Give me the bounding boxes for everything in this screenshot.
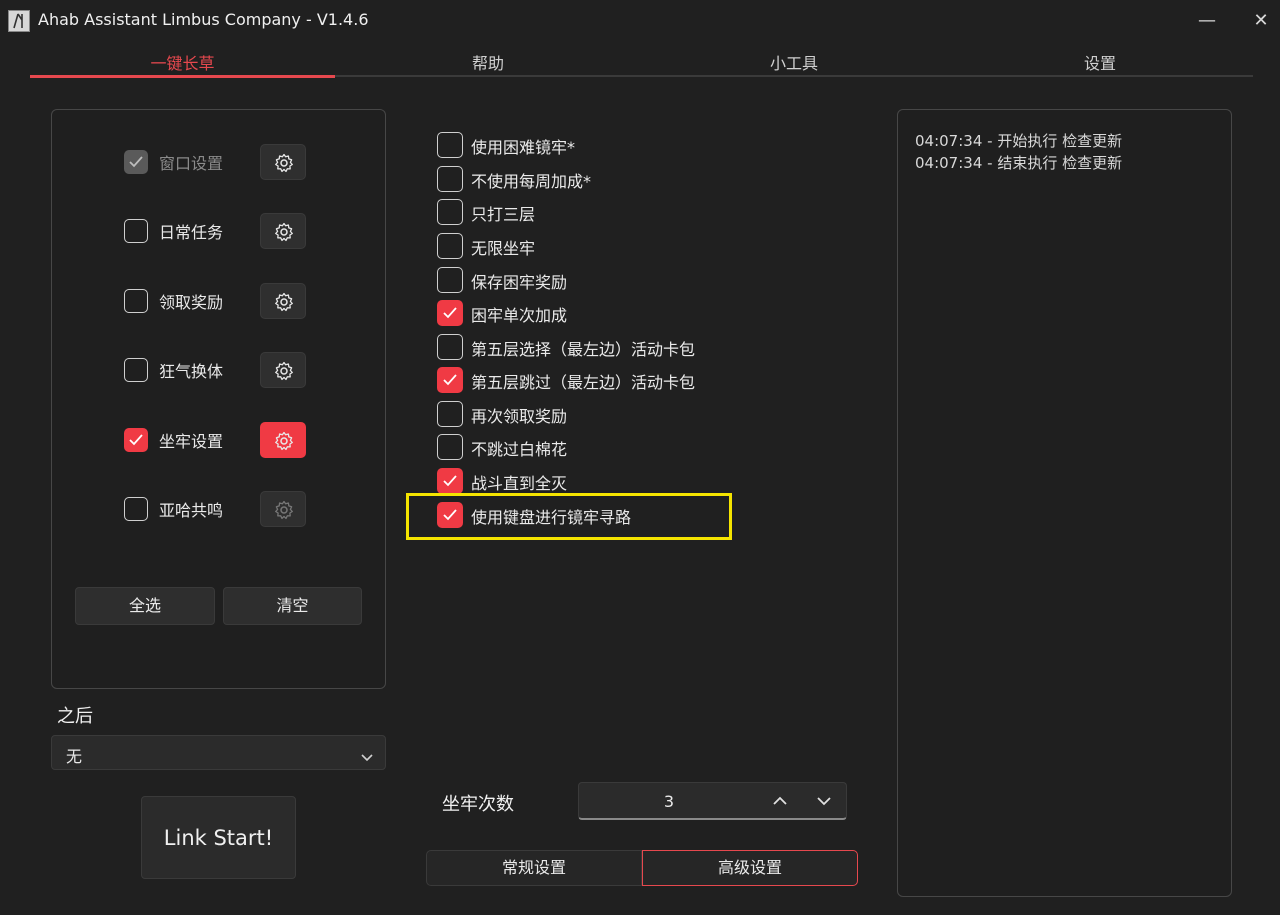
option-checkbox[interactable] bbox=[437, 267, 463, 293]
normal-settings-tab[interactable]: 常规设置 bbox=[426, 850, 642, 886]
chevron-down-icon[interactable] bbox=[809, 787, 839, 815]
tab-one-click[interactable]: 一键长草 bbox=[30, 50, 335, 76]
active-tab-indicator bbox=[30, 75, 335, 78]
option-row[interactable]: 第五层跳过（最左边）活动卡包 bbox=[437, 366, 727, 394]
task-label: 亚哈共鸣 bbox=[159, 501, 224, 520]
task-settings-button[interactable] bbox=[260, 491, 306, 527]
option-checkbox[interactable] bbox=[437, 367, 463, 393]
option-checkbox[interactable] bbox=[437, 468, 463, 494]
option-row[interactable]: 保存困牢奖励 bbox=[437, 266, 727, 294]
task-label: 狂气换体 bbox=[159, 362, 224, 381]
option-label: 不跳过白棉花 bbox=[471, 440, 568, 459]
chevron-down-icon bbox=[361, 747, 373, 766]
option-checkbox[interactable] bbox=[437, 434, 463, 460]
option-label: 不使用每周加成* bbox=[471, 172, 592, 191]
option-label: 困牢单次加成 bbox=[471, 306, 568, 325]
option-label: 第五层跳过（最左边）活动卡包 bbox=[471, 373, 696, 392]
task-checkbox[interactable] bbox=[124, 150, 148, 174]
log-line: 04:07:34 - 开始执行 检查更新 bbox=[915, 132, 1123, 150]
after-label: 之后 bbox=[57, 706, 93, 727]
tab-settings[interactable]: 设置 bbox=[947, 50, 1253, 76]
option-checkbox[interactable] bbox=[437, 334, 463, 360]
option-checkbox[interactable] bbox=[437, 166, 463, 192]
task-label: 坐牢设置 bbox=[159, 432, 224, 451]
option-checkbox[interactable] bbox=[437, 132, 463, 158]
advanced-settings-tab[interactable]: 高级设置 bbox=[642, 850, 858, 886]
task-label: 领取奖励 bbox=[159, 293, 224, 312]
option-label: 无限坐牢 bbox=[471, 239, 536, 258]
app-logo-icon bbox=[8, 10, 30, 32]
option-row[interactable]: 战斗直到全灭 bbox=[437, 467, 727, 495]
task-checkbox[interactable] bbox=[124, 358, 148, 382]
task-row[interactable]: 领取奖励 bbox=[124, 283, 254, 319]
option-label: 战斗直到全灭 bbox=[471, 474, 568, 493]
option-label: 保存困牢奖励 bbox=[471, 273, 568, 292]
clear-button[interactable]: 清空 bbox=[223, 587, 362, 625]
chevron-up-icon[interactable] bbox=[765, 787, 795, 815]
log-panel: 04:07:34 - 开始执行 检查更新 04:07:34 - 结束执行 检查更新 bbox=[897, 109, 1232, 897]
tab-help[interactable]: 帮助 bbox=[335, 50, 641, 76]
task-checkbox[interactable] bbox=[124, 497, 148, 521]
task-settings-button[interactable] bbox=[260, 144, 306, 180]
task-checkbox[interactable] bbox=[124, 289, 148, 313]
task-row[interactable]: 亚哈共鸣 bbox=[124, 491, 254, 527]
minimize-button[interactable]: — bbox=[1192, 8, 1222, 34]
option-row[interactable]: 不使用每周加成* bbox=[437, 165, 727, 193]
option-row[interactable]: 不跳过白棉花 bbox=[437, 433, 727, 461]
option-row[interactable]: 困牢单次加成 bbox=[437, 299, 727, 327]
close-button[interactable]: ✕ bbox=[1246, 8, 1276, 34]
task-settings-button[interactable] bbox=[260, 213, 306, 249]
tab-tools[interactable]: 小工具 bbox=[641, 50, 947, 76]
link-start-button[interactable]: Link Start! bbox=[141, 796, 296, 879]
task-row[interactable]: 狂气换体 bbox=[124, 352, 254, 388]
task-settings-button[interactable] bbox=[260, 422, 306, 458]
task-label: 日常任务 bbox=[159, 223, 224, 242]
task-settings-button[interactable] bbox=[260, 352, 306, 388]
option-row[interactable]: 使用困难镜牢* bbox=[437, 131, 727, 159]
task-row[interactable]: 坐牢设置 bbox=[124, 422, 254, 458]
option-label: 使用困难镜牢* bbox=[471, 138, 576, 157]
option-row[interactable]: 无限坐牢 bbox=[437, 232, 727, 260]
option-label: 只打三层 bbox=[471, 205, 536, 224]
after-selected-value: 无 bbox=[66, 747, 83, 766]
task-row[interactable]: 窗口设置 bbox=[124, 144, 254, 180]
option-label: 再次领取奖励 bbox=[471, 407, 568, 426]
log-line: 04:07:34 - 结束执行 检查更新 bbox=[915, 154, 1123, 172]
task-label: 窗口设置 bbox=[159, 154, 224, 173]
option-row[interactable]: 第五层选择（最左边）活动卡包 bbox=[437, 333, 727, 361]
option-checkbox[interactable] bbox=[437, 401, 463, 427]
option-row[interactable]: 再次领取奖励 bbox=[437, 400, 727, 428]
option-label: 第五层选择（最左边）活动卡包 bbox=[471, 340, 696, 359]
task-checkbox[interactable] bbox=[124, 219, 148, 243]
task-settings-button[interactable] bbox=[260, 283, 306, 319]
task-checkbox[interactable] bbox=[124, 428, 148, 452]
option-checkbox[interactable] bbox=[437, 199, 463, 225]
option-checkbox[interactable] bbox=[437, 233, 463, 259]
select-all-button[interactable]: 全选 bbox=[75, 587, 215, 625]
task-row[interactable]: 日常任务 bbox=[124, 213, 254, 249]
option-row[interactable]: 只打三层 bbox=[437, 198, 727, 226]
window-title: Ahab Assistant Limbus Company - V1.4.6 bbox=[38, 10, 369, 29]
highlight-annotation-box bbox=[406, 493, 732, 540]
after-action-select[interactable]: 无 bbox=[51, 735, 386, 770]
option-checkbox[interactable] bbox=[437, 300, 463, 326]
run-count-label: 坐牢次数 bbox=[442, 794, 514, 815]
run-count-value[interactable]: 3 bbox=[579, 792, 759, 811]
run-count-stepper[interactable]: 3 bbox=[578, 782, 847, 820]
